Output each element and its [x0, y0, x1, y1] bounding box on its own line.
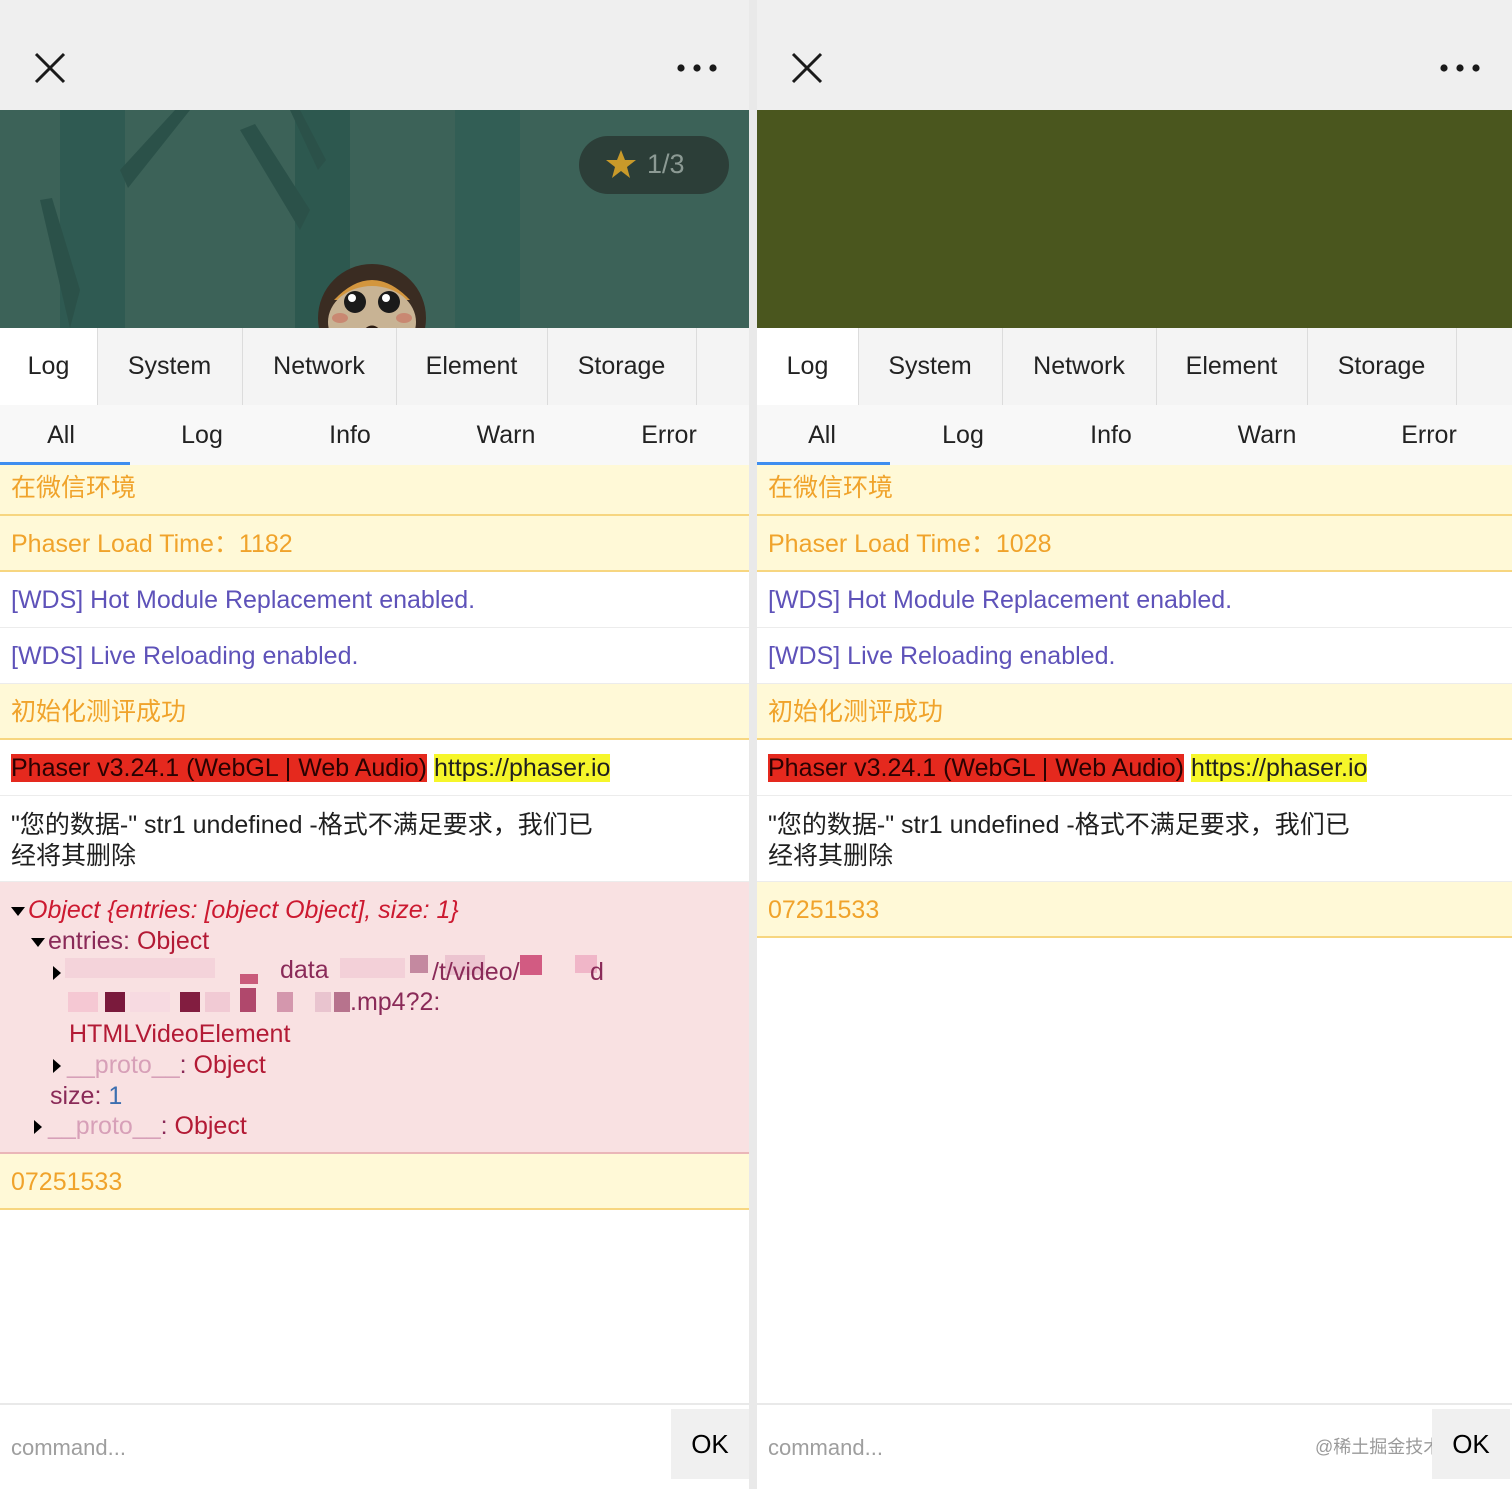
data-message-line-1: "您的数据-" str1 undefined -格式不满足要求，我们已: [768, 811, 1350, 839]
close-icon[interactable]: [30, 48, 70, 88]
command-input[interactable]: [757, 1405, 1310, 1489]
character-face: [318, 264, 426, 328]
entry-partial-2: /t/video/: [432, 958, 520, 986]
main-tabs: Log System Network Element Storage: [757, 328, 1512, 406]
log-warn-phaser-load-time: Phaser Load Time：1028: [757, 516, 1512, 572]
log-info-hmr: [WDS] Hot Module Replacement enabled.: [0, 572, 749, 628]
filter-error[interactable]: Error: [1364, 405, 1494, 465]
data-message-line-2: 经将其删除: [768, 842, 894, 870]
log-phaser-banner: Phaser v3.24.1 (WebGL | Web Audio) https…: [0, 740, 749, 796]
tab-log[interactable]: Log: [0, 328, 98, 405]
top-bar: [0, 0, 749, 110]
devtools-panel-left: 1/3 Log System Network Element Storage A…: [0, 0, 749, 1489]
log-filter-tabs: All Log Info Warn Error: [0, 405, 749, 466]
proto-value: Object: [193, 1051, 266, 1079]
tab-log[interactable]: Log: [757, 328, 859, 405]
log-info-live-reload: [WDS] Live Reloading enabled.: [757, 628, 1512, 684]
tab-storage[interactable]: Storage: [547, 328, 697, 405]
entries-key: entries: [48, 927, 124, 955]
outer-proto-row[interactable]: __proto__: Object: [34, 1112, 247, 1141]
log-filter-tabs: All Log Info Warn Error: [757, 405, 1512, 466]
log-error-object: Object {entries: [object Object], size: …: [0, 882, 749, 1154]
more-icon[interactable]: [675, 56, 719, 80]
star-count: 1/3: [647, 149, 685, 179]
log-warn-number: 07251533: [0, 1154, 749, 1210]
close-icon[interactable]: [787, 48, 827, 88]
panel-divider: [749, 0, 757, 1489]
expand-arrow-right-icon[interactable]: [53, 1059, 61, 1074]
phaser-version: Phaser v3.24.1 (WebGL | Web Audio): [768, 754, 1184, 782]
command-bar: @稀土掘金技术社区 OK: [757, 1403, 1512, 1489]
command-bar: OK: [0, 1403, 749, 1489]
ok-button[interactable]: OK: [671, 1409, 749, 1479]
top-bar: [757, 0, 1512, 110]
game-canvas[interactable]: 1/3: [0, 110, 749, 328]
log-warn-init-success: 初始化测评成功: [757, 684, 1512, 740]
expand-arrow-right-icon[interactable]: [53, 966, 61, 980]
tab-network[interactable]: Network: [1002, 328, 1157, 405]
log-warn-wechat-env: 在微信环境: [757, 465, 1512, 516]
phaser-url-link[interactable]: https://phaser.io: [433, 754, 611, 782]
entries-value: Object: [136, 927, 210, 955]
object-summary: Object {entries: [object Object], size: …: [28, 896, 459, 924]
entry-value-htmlvideoelement: HTMLVideoElement: [69, 1020, 291, 1048]
size-key: size: [50, 1082, 95, 1110]
log-warn-number: 07251533: [757, 882, 1512, 938]
expand-arrow-down-icon[interactable]: [11, 906, 25, 916]
proto-key: __proto__: [48, 1112, 161, 1140]
more-icon[interactable]: [1438, 56, 1482, 80]
tab-system[interactable]: System: [858, 328, 1003, 405]
tab-network[interactable]: Network: [242, 328, 397, 405]
data-message-line-1: "您的数据-" str1 undefined -格式不满足要求，我们已: [11, 811, 593, 839]
filter-warn[interactable]: Warn: [1202, 405, 1332, 465]
inner-proto-row[interactable]: __proto__: Object: [53, 1051, 266, 1080]
log-data-message: "您的数据-" str1 undefined -格式不满足要求，我们已 经将其删…: [0, 796, 749, 882]
filter-log[interactable]: Log: [137, 405, 267, 465]
log-phaser-banner: Phaser v3.24.1 (WebGL | Web Audio) https…: [757, 740, 1512, 796]
ok-button[interactable]: OK: [1432, 1409, 1510, 1479]
main-tabs: Log System Network Element Storage: [0, 328, 749, 406]
size-value: 1: [108, 1082, 123, 1110]
entry-partial-3: d: [590, 958, 604, 986]
filter-info[interactable]: Info: [285, 405, 415, 465]
tab-element[interactable]: Element: [1156, 328, 1308, 405]
entry-mp4: .mp4?2:: [350, 988, 441, 1016]
tab-system[interactable]: System: [97, 328, 243, 405]
tab-element[interactable]: Element: [396, 328, 548, 405]
tab-storage[interactable]: Storage: [1307, 328, 1457, 405]
log-warn-wechat-env: 在微信环境: [0, 465, 749, 516]
entry-partial-1: data: [280, 956, 329, 984]
log-warn-phaser-load-time: Phaser Load Time：1182: [0, 516, 749, 572]
devtools-panel-right: Log System Network Element Storage All L…: [757, 0, 1512, 1489]
command-input[interactable]: [0, 1405, 683, 1489]
filter-info[interactable]: Info: [1046, 405, 1176, 465]
expand-arrow-down-icon[interactable]: [31, 937, 45, 947]
log-warn-init-success: 初始化测评成功: [0, 684, 749, 740]
filter-all[interactable]: All: [0, 405, 126, 465]
phaser-url-link[interactable]: https://phaser.io: [1190, 754, 1368, 782]
object-header-row[interactable]: Object {entries: [object Object], size: …: [11, 896, 459, 925]
size-row: size: 1: [50, 1082, 123, 1110]
proto-value: Object: [174, 1112, 247, 1140]
proto-key: __proto__: [67, 1051, 180, 1079]
star-counter-badge: 1/3: [579, 136, 729, 194]
log-info-live-reload: [WDS] Live Reloading enabled.: [0, 628, 749, 684]
expand-arrow-right-icon[interactable]: [34, 1120, 42, 1135]
data-message-line-2: 经将其删除: [11, 842, 137, 870]
entries-row[interactable]: entries: Object: [31, 927, 209, 956]
filter-all[interactable]: All: [757, 405, 887, 465]
filter-warn[interactable]: Warn: [441, 405, 571, 465]
filter-log[interactable]: Log: [898, 405, 1028, 465]
filter-error[interactable]: Error: [604, 405, 734, 465]
phaser-version: Phaser v3.24.1 (WebGL | Web Audio): [11, 754, 427, 782]
log-info-hmr: [WDS] Hot Module Replacement enabled.: [757, 572, 1512, 628]
star-icon: [606, 150, 636, 178]
log-data-message: "您的数据-" str1 undefined -格式不满足要求，我们已 经将其删…: [757, 796, 1512, 882]
game-canvas[interactable]: [757, 110, 1512, 328]
